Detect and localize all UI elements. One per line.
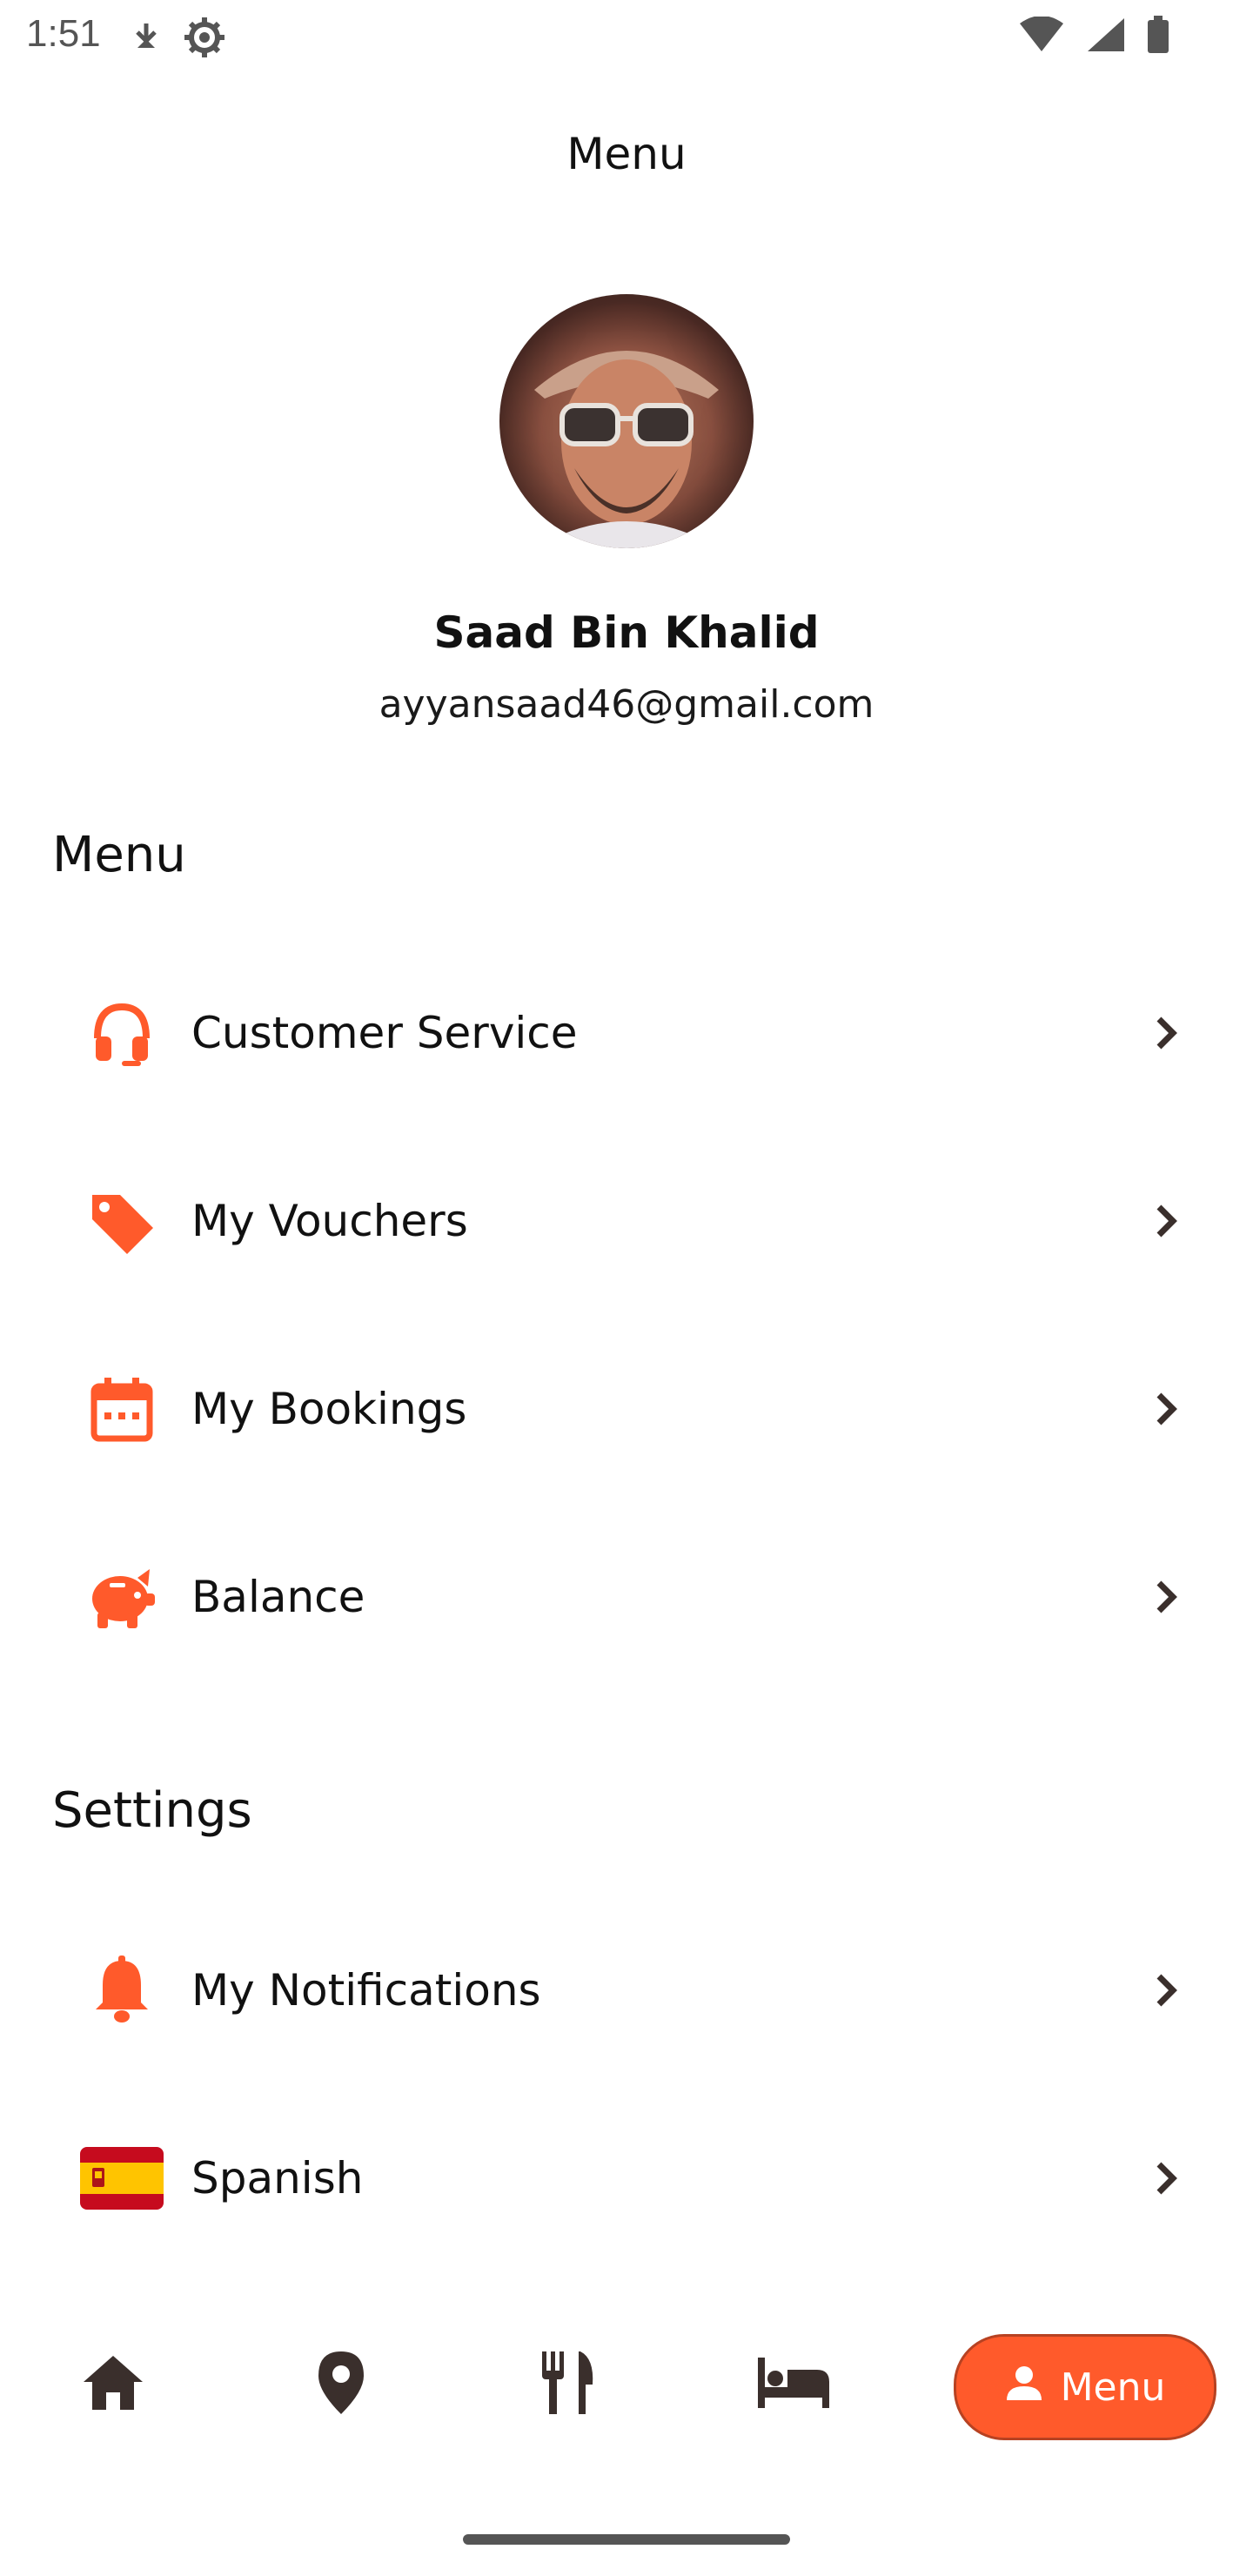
location-pin-icon (315, 2350, 367, 2419)
status-icons-right (1018, 16, 1169, 57)
chevron-right-icon (1131, 1014, 1201, 1052)
download-indicator-icon (131, 20, 162, 58)
menu-item-label: My Bookings (191, 1384, 467, 1434)
calendar-icon (52, 1374, 191, 1444)
status-icons-left (131, 16, 226, 63)
menu-item-customer-service[interactable]: Customer Service (52, 968, 1201, 1098)
nav-menu-label: Menu (1060, 2365, 1166, 2410)
tag-icon (52, 1186, 191, 1256)
bed-icon (756, 2356, 831, 2413)
nav-hotels-button[interactable] (750, 2341, 837, 2428)
fork-knife-icon (537, 2350, 598, 2419)
section-heading-settings: Settings (52, 1782, 252, 1839)
settings-item-label: Spanish (191, 2153, 364, 2204)
menu-item-my-vouchers[interactable]: My Vouchers (52, 1156, 1201, 1286)
spain-flag-icon (52, 2147, 191, 2210)
avatar-portrait (534, 351, 719, 548)
settings-item-my-notifications[interactable]: My Notifications (52, 1925, 1201, 2056)
wifi-icon (1018, 16, 1065, 57)
headset-icon (52, 998, 191, 1068)
nav-restaurants-button[interactable] (524, 2341, 611, 2428)
nav-menu-button-active[interactable]: Menu (954, 2334, 1216, 2440)
bell-icon (52, 1955, 191, 2025)
bottom-nav: Menu (0, 2315, 1253, 2454)
home-indicator[interactable] (463, 2534, 790, 2545)
chevron-right-icon (1131, 1971, 1201, 2009)
settings-item-label: My Notifications (191, 1965, 541, 2016)
menu-item-label: My Vouchers (191, 1196, 468, 1246)
chevron-right-icon (1131, 2159, 1201, 2197)
battery-icon (1147, 16, 1169, 57)
nav-home-button[interactable] (70, 2341, 157, 2428)
profile-name: Saad Bin Khalid (433, 607, 820, 658)
chevron-right-icon (1131, 1390, 1201, 1428)
page-title: Menu (566, 129, 687, 179)
chevron-right-icon (1131, 1578, 1201, 1616)
menu-item-balance[interactable]: Balance (52, 1532, 1201, 1662)
person-icon (1005, 2364, 1043, 2412)
home-icon (80, 2352, 146, 2417)
menu-item-label: Balance (191, 1572, 365, 1622)
profile-email: ayyansaad46@gmail.com (379, 682, 874, 727)
chevron-right-icon (1131, 1202, 1201, 1240)
piggy-bank-icon (52, 1562, 191, 1632)
settings-gear-icon (183, 16, 226, 63)
settings-item-language[interactable]: Spanish (52, 2113, 1201, 2244)
menu-item-my-bookings[interactable]: My Bookings (52, 1344, 1201, 1474)
nav-location-button[interactable] (298, 2341, 385, 2428)
section-heading-menu: Menu (52, 827, 186, 883)
menu-item-label: Customer Service (191, 1008, 578, 1058)
avatar[interactable] (499, 294, 754, 548)
signal-icon (1086, 17, 1126, 57)
status-time: 1:51 (26, 12, 101, 55)
